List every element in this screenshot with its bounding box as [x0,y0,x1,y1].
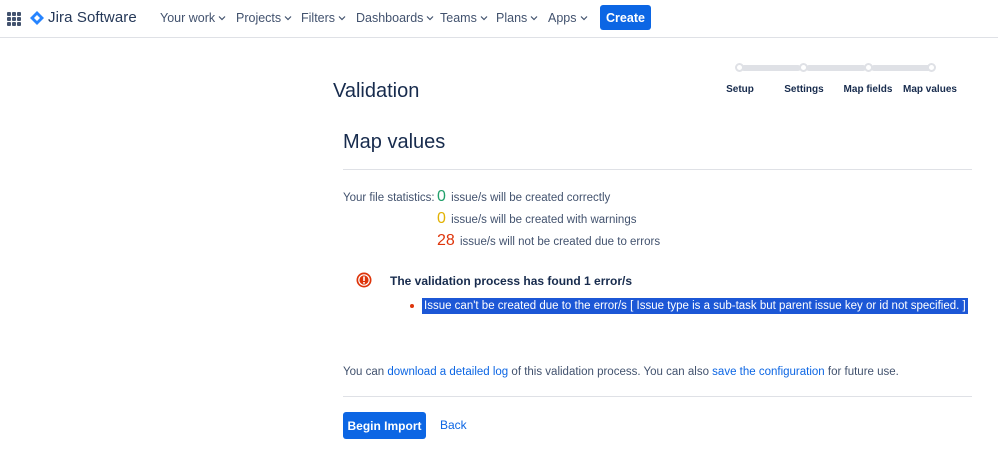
create-button[interactable]: Create [600,5,651,30]
divider [343,169,972,170]
stat-created-with-warnings: 0 issue/s will be created with warnings [437,210,636,228]
tracker-dot [864,63,873,72]
tracker-segment [806,65,866,71]
log-middle: of this validation process. You can also [511,366,709,378]
app-switcher-icon[interactable] [7,12,21,26]
error-icon [356,272,372,288]
tracker-dot-current [927,63,936,72]
download-log-link[interactable]: download a detailed log [387,366,508,378]
stat-created-correctly: 0 issue/s will be created correctly [437,188,610,206]
log-suffix: for future use. [827,366,899,378]
chevron-down-icon [284,16,292,21]
step-setup: Setup [726,84,754,95]
step-map-values: Map values [903,84,957,95]
chevron-down-icon [530,16,538,21]
nav-label: Apps [548,11,577,25]
top-navigation: Jira Software Your work Projects Filters… [0,0,998,38]
file-statistics-label: Your file statistics: [343,192,435,204]
step-map-fields: Map fields [843,84,893,95]
page-title: Validation [333,80,420,102]
tracker-dot [735,63,744,72]
nav-filters[interactable]: Filters [301,11,346,25]
nav-your-work[interactable]: Your work [160,11,226,25]
log-prefix: You can [343,366,385,378]
nav-label: Filters [301,11,336,25]
bullet-icon [410,304,414,308]
stat-text: issue/s will be created correctly [451,192,611,204]
validation-error-item: Issue can't be created due to the error/… [422,298,968,314]
jira-logo[interactable]: Jira Software [30,9,137,26]
chevron-down-icon [580,16,587,21]
app-name: Jira Software [48,9,137,26]
tracker-dot [799,63,808,72]
nav-apps[interactable]: Apps [548,11,588,25]
nav-projects[interactable]: Projects [236,11,292,25]
chevron-down-icon [338,16,346,21]
stat-text: issue/s will not be created due to error… [460,236,661,248]
save-configuration-link[interactable]: save the configuration [712,366,825,378]
stat-not-created: 28 issue/s will not be created due to er… [437,232,660,250]
divider [343,396,972,397]
nav-label: Plans [496,11,528,25]
nav-plans[interactable]: Plans [496,11,538,25]
nav-label: Your work [160,11,216,25]
chevron-down-icon [480,16,488,21]
stat-count: 28 [437,232,455,249]
nav-dashboards[interactable]: Dashboards [356,11,434,25]
chevron-down-icon [218,16,226,21]
log-message: You can download a detailed log of this … [343,366,899,378]
stat-text: issue/s will be created with warnings [451,214,637,226]
step-settings: Settings [784,84,824,95]
tracker-segment [741,65,801,71]
validation-error-title: The validation process has found 1 error… [390,274,633,288]
nav-label: Dashboards [356,11,424,25]
begin-import-button[interactable]: Begin Import [343,412,426,439]
stat-count: 0 [437,188,446,205]
tracker-segment [871,65,931,71]
nav-teams[interactable]: Teams [440,11,488,25]
stat-count: 0 [437,210,446,227]
back-link[interactable]: Back [440,418,467,432]
nav-label: Teams [440,11,477,25]
nav-label: Projects [236,11,282,25]
chevron-down-icon [426,16,434,21]
section-title: Map values [343,131,446,153]
jira-diamond-icon [30,10,44,25]
